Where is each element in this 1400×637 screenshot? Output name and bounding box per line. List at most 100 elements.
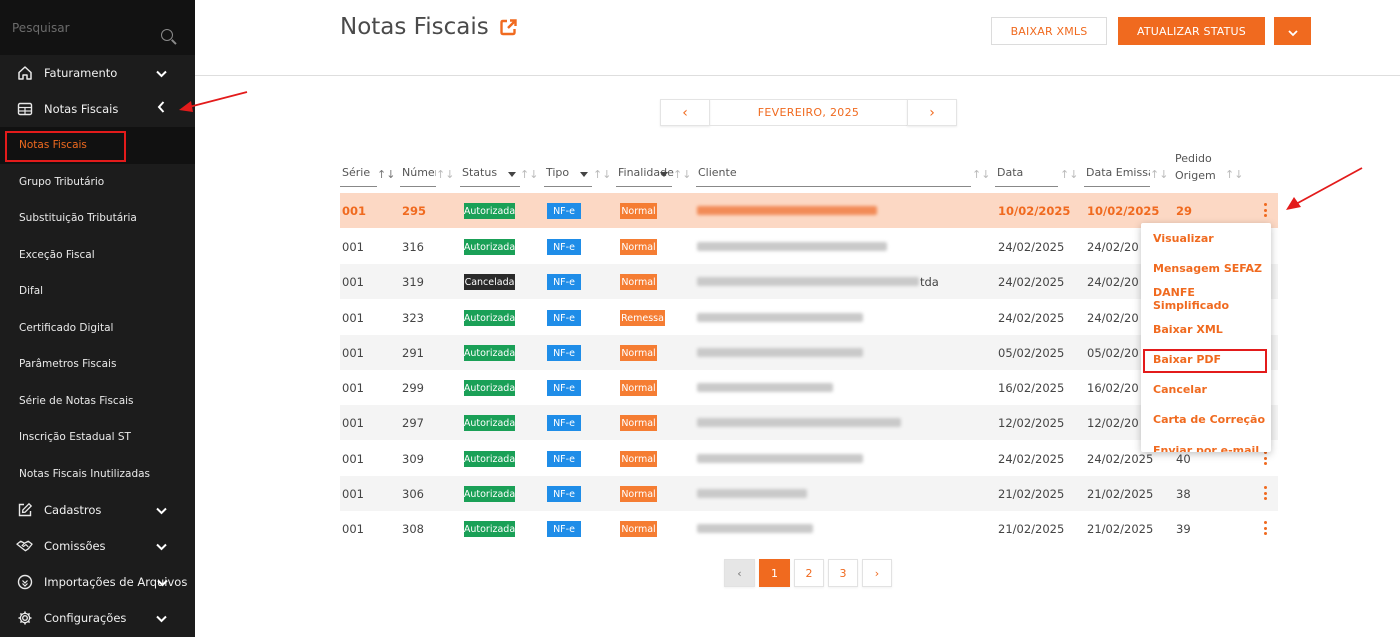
table-row[interactable]: 001 309 Autorizada NF-e Normal 24/02/2025 24/0… — [340, 441, 1278, 476]
sidebar-subitem-inscricao-estadual-st[interactable]: Inscrição Estadual ST — [0, 419, 195, 456]
client-name-redacted — [697, 348, 863, 357]
table-row[interactable]: 001 299 Autorizada NF-e Normal 16/02/2025 16/0… — [340, 370, 1278, 405]
menu-item-carta-correcao[interactable]: Carta de Correção — [1141, 405, 1271, 435]
sort-icon[interactable]: ↑↓ — [673, 168, 691, 181]
pagination-prev-button[interactable]: ‹ — [724, 559, 755, 587]
type-badge: NF-e — [547, 486, 581, 502]
table-row[interactable]: 001 319 Cancelada NF-e Normal tda 24/02/2025 24… — [340, 264, 1278, 299]
cell-data: 24/02/2025 — [998, 311, 1065, 325]
client-name-redacted — [697, 524, 813, 533]
table-row[interactable]: 001 316 Autorizada NF-e Normal 24/02/2025 24/0… — [340, 229, 1278, 264]
search-icon[interactable] — [161, 29, 173, 41]
next-month-button[interactable]: › — [907, 99, 957, 126]
pagination-page-2[interactable]: 2 — [794, 559, 824, 587]
sidebar-subitem-parametros-fiscais[interactable]: Parâmetros Fiscais — [0, 346, 195, 383]
row-more-icon[interactable] — [1264, 451, 1268, 465]
annotation-arrow-icon — [179, 91, 248, 112]
table-row[interactable]: 001 308 Autorizada NF-e Normal 21/02/2025 21/0… — [340, 511, 1278, 546]
purpose-badge: Normal — [620, 380, 657, 396]
filter-dropdown-icon[interactable] — [660, 172, 668, 177]
menu-item-danfe-simplificado[interactable]: DANFE Simplificado — [1141, 284, 1271, 314]
sidebar-item-configuracoes[interactable]: Configurações — [0, 600, 195, 636]
update-status-button[interactable]: ATUALIZAR STATUS — [1118, 17, 1265, 45]
sort-icon[interactable]: ↑↓ — [377, 168, 395, 181]
column-header-data[interactable]: Data — [995, 166, 1058, 187]
cell-serie: 001 — [342, 487, 364, 501]
sidebar-subitem-certificado-digital[interactable]: Certificado Digital — [0, 310, 195, 347]
table-row[interactable]: 001 295 Autorizada NF-e Normal 10/02/2025 10/0… — [340, 193, 1278, 228]
table-row[interactable]: 001 297 Autorizada NF-e Normal 12/02/2025 12/0… — [340, 405, 1278, 440]
sort-icon[interactable]: ↑↓ — [593, 168, 611, 181]
sidebar-subitem-grupo-tributario[interactable]: Grupo Tributário — [0, 164, 195, 201]
column-header-data-emissao[interactable]: Data Emissao — [1084, 166, 1150, 187]
sidebar-subitem-substituicao-tributaria[interactable]: Substituição Tributária — [0, 200, 195, 237]
column-header-cliente[interactable]: Cliente — [696, 166, 971, 187]
status-badge: Autorizada — [464, 310, 515, 326]
row-more-icon[interactable] — [1264, 521, 1268, 535]
cell-numero: 297 — [402, 416, 424, 430]
menu-item-cancelar[interactable]: Cancelar — [1141, 374, 1271, 404]
cell-numero: 308 — [402, 522, 424, 536]
sort-icon[interactable]: ↑↓ — [436, 168, 454, 181]
chevron-left-icon — [157, 101, 165, 116]
cell-data-emissao: 21/02/2025 — [1087, 522, 1154, 536]
sidebar-item-notas-fiscais[interactable]: Notas Fiscais — [0, 91, 195, 127]
column-header-numero[interactable]: Númer — [400, 166, 436, 187]
column-label: Tipo — [546, 166, 570, 179]
column-label: Númer — [402, 166, 436, 179]
download-xmls-button[interactable]: BAIXAR XMLS — [991, 17, 1107, 45]
sort-icon[interactable]: ↑↓ — [972, 168, 990, 181]
filter-dropdown-icon[interactable] — [580, 172, 588, 177]
sidebar-subitem-label: Exceção Fiscal — [19, 248, 95, 261]
menu-item-mensagem-sefaz[interactable]: Mensagem SEFAZ — [1141, 253, 1271, 283]
month-navigator: ‹ FEVEREIRO, 2025 › — [660, 99, 957, 126]
chevron-down-icon — [1287, 22, 1298, 41]
menu-item-baixar-xml[interactable]: Baixar XML — [1141, 314, 1271, 344]
external-link-icon[interactable] — [499, 18, 518, 37]
cell-numero: 319 — [402, 275, 424, 289]
column-header-status[interactable]: Status — [460, 166, 520, 187]
status-badge: Autorizada — [464, 415, 515, 431]
pagination-next-button[interactable]: › — [862, 559, 892, 587]
sidebar-subitem-difal[interactable]: Difal — [0, 273, 195, 310]
more-actions-button[interactable] — [1274, 17, 1311, 45]
sidebar-item-faturamento[interactable]: Faturamento — [0, 55, 195, 91]
prev-month-button[interactable]: ‹ — [660, 99, 710, 126]
menu-item-enviar-email[interactable]: Enviar por e-mail — [1141, 435, 1271, 452]
pagination-page-3[interactable]: 3 — [828, 559, 858, 587]
pagination-page-1[interactable]: 1 — [759, 559, 790, 587]
invoice-list-icon — [16, 101, 33, 118]
cell-serie: 001 — [342, 381, 364, 395]
search-input[interactable] — [12, 20, 152, 35]
cell-data-emissao: 16/02/20 — [1087, 381, 1139, 395]
row-more-icon[interactable] — [1264, 203, 1268, 217]
sidebar-subitem-serie-notas-fiscais[interactable]: Série de Notas Fiscais — [0, 383, 195, 420]
type-badge: NF-e — [547, 239, 581, 255]
sidebar-item-comissoes[interactable]: Comissões — [0, 528, 195, 564]
sort-icon[interactable]: ↑↓ — [1225, 168, 1243, 181]
sidebar-subitem-notas-fiscais-inutilizadas[interactable]: Notas Fiscais Inutilizadas — [0, 456, 195, 493]
filter-dropdown-icon[interactable] — [508, 172, 516, 177]
column-header-serie[interactable]: Série — [340, 166, 377, 187]
column-header-tipo[interactable]: Tipo — [544, 166, 592, 187]
row-more-icon[interactable] — [1264, 486, 1268, 500]
home-icon — [16, 65, 33, 82]
table-row[interactable]: 001 291 Autorizada NF-e Normal 05/02/2025 05/0… — [340, 335, 1278, 370]
column-label: Cliente — [698, 166, 737, 179]
sidebar-item-importacoes[interactable]: Importações de Arquivos — [0, 564, 195, 600]
sidebar-subitem-excecao-fiscal[interactable]: Exceção Fiscal — [0, 237, 195, 274]
status-badge: Autorizada — [464, 203, 515, 219]
client-name-redacted — [697, 313, 863, 322]
column-header-finalidade[interactable]: Finalidade — [616, 166, 674, 187]
sort-icon[interactable]: ↑↓ — [1060, 168, 1078, 181]
type-badge: NF-e — [547, 451, 581, 467]
table-row[interactable]: 001 306 Autorizada NF-e Normal 21/02/2025 21/0… — [340, 476, 1278, 511]
table-row[interactable]: 001 323 Autorizada NF-e Remessa 24/02/2025 24/… — [340, 300, 1278, 335]
sort-icon[interactable]: ↑↓ — [520, 168, 538, 181]
column-label: Origem — [1175, 169, 1216, 182]
chevron-down-icon — [157, 576, 168, 590]
menu-item-visualizar[interactable]: Visualizar — [1141, 223, 1271, 253]
sidebar-item-cadastros[interactable]: Cadastros — [0, 492, 195, 528]
sidebar-subitem-label: Grupo Tributário — [19, 175, 105, 188]
sort-icon[interactable]: ↑↓ — [1150, 168, 1168, 181]
